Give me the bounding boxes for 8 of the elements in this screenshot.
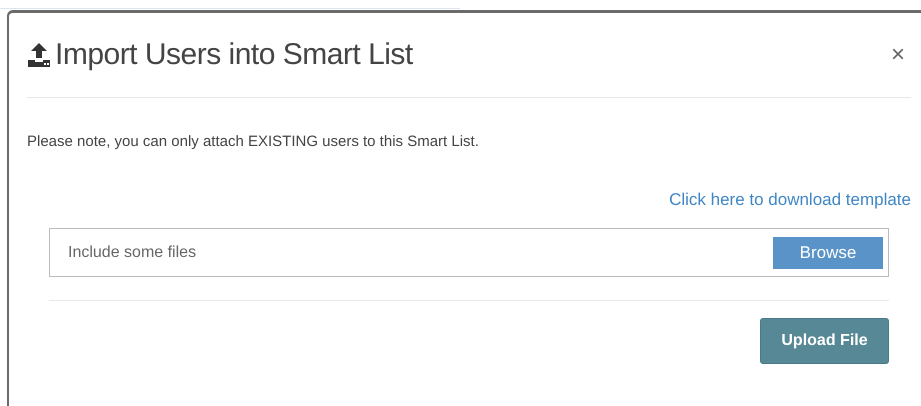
download-template-link[interactable]: Click here to download template bbox=[669, 190, 911, 210]
close-button[interactable]: × bbox=[884, 41, 911, 69]
upload-file-button[interactable]: Upload File bbox=[760, 318, 889, 364]
upload-icon bbox=[27, 42, 51, 68]
browse-button[interactable]: Browse bbox=[773, 236, 883, 268]
dialog-title: Import Users into Smart List bbox=[55, 38, 414, 72]
file-field[interactable]: Include some files Browse bbox=[49, 228, 889, 277]
note-text: Please note, you can only attach EXISTING users to this Smart List. bbox=[27, 133, 480, 150]
